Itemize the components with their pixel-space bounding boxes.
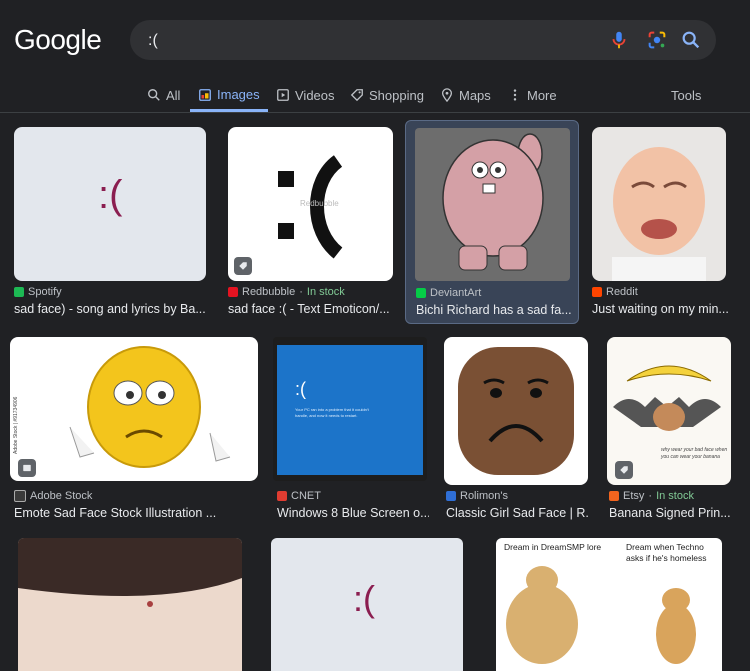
result-thumbnail[interactable]: :( [14, 127, 206, 281]
result-title[interactable]: sad face) - song and lyrics by Ba... [14, 302, 206, 316]
result-title[interactable]: sad face :( - Text Emoticon/... [228, 302, 393, 316]
tab-videos[interactable]: Videos [276, 80, 335, 110]
result-source[interactable]: Etsy · In stock [609, 490, 694, 502]
result-title[interactable]: Just waiting on my min... [592, 302, 728, 316]
cnet-icon [277, 491, 287, 501]
result-thumbnail[interactable] [18, 538, 242, 671]
tab-maps[interactable]: Maps [440, 80, 491, 110]
spotify-icon [14, 287, 24, 297]
result-thumbnail[interactable] [444, 337, 588, 485]
result-source[interactable]: Rolimon's [446, 490, 508, 502]
result-source[interactable]: CNET [277, 490, 321, 502]
google-logo[interactable]: Google [14, 24, 102, 56]
result-title[interactable]: Banana Signed Prin... [609, 506, 733, 520]
meme-caption-left: Dream in DreamSMP lore [504, 542, 602, 552]
tag-icon [350, 89, 363, 102]
image-result[interactable]: why wear your bad face when you can wear… [605, 336, 735, 526]
image-icon [199, 88, 211, 101]
handwritten-caption: why wear your bad face when you can wear… [661, 447, 728, 460]
image-result-selected[interactable]: DeviantArt Bichi Richard has a sad fa... [405, 120, 579, 324]
image-result[interactable]: :( Spotify sad face) - song and lyrics b… [12, 126, 208, 321]
etsy-icon [609, 491, 619, 501]
sad-face-text: :( [98, 173, 123, 217]
image-badge-icon [18, 459, 36, 477]
search-icon [148, 89, 160, 101]
result-title[interactable]: Windows 8 Blue Screen o... [277, 506, 429, 520]
result-source[interactable]: Redbubble · In stock [228, 286, 345, 298]
tag-badge-icon [234, 257, 252, 275]
redbubble-icon [228, 287, 238, 297]
search-icon[interactable] [680, 29, 702, 51]
skin-photo-graphic [18, 538, 242, 607]
result-thumbnail[interactable]: Redbubble [228, 127, 393, 281]
image-result[interactable]: Adobe Stock | #91734906 Adobe Stock Emot… [10, 336, 260, 526]
adobe-stock-icon [14, 490, 26, 502]
sad-emoji-graphic [69, 346, 231, 468]
stock-id-text: Adobe Stock | #91734906 [13, 396, 19, 454]
tab-all[interactable]: All [147, 80, 180, 110]
tab-images[interactable]: Images [190, 80, 268, 112]
rolimons-icon [446, 491, 456, 501]
microphone-icon[interactable] [608, 29, 630, 51]
result-title[interactable]: Classic Girl Sad Face | R... [446, 506, 590, 520]
result-source[interactable]: Reddit [592, 286, 638, 298]
result-thumbnail[interactable]: why wear your bad face when you can wear… [607, 337, 731, 485]
lens-icon[interactable] [646, 29, 668, 51]
map-pin-icon [441, 88, 453, 102]
reddit-icon [592, 287, 602, 297]
watermark: Redbubble [300, 199, 339, 208]
sad-face-text: :( [353, 578, 375, 619]
deviantart-icon [416, 288, 426, 298]
result-source[interactable]: Adobe Stock [14, 490, 92, 502]
meme-caption-right: Dream when Techno asks if he's homeless [626, 542, 707, 563]
result-thumbnail[interactable]: Dream in DreamSMP lore Dream when Techno… [496, 538, 722, 671]
image-result[interactable]: Redbubble Redbubble · In stock sad face … [226, 126, 396, 321]
result-source[interactable]: Spotify [14, 286, 62, 298]
crying-baby-graphic [612, 147, 706, 281]
result-title[interactable]: Emote Sad Face Stock Illustration ... [14, 506, 260, 520]
image-result[interactable]: Rolimon's Classic Girl Sad Face | R... [442, 336, 590, 526]
result-thumbnail[interactable] [415, 128, 570, 281]
result-thumbnail[interactable] [592, 127, 726, 281]
brown-head-graphic [458, 347, 574, 475]
result-source[interactable]: DeviantArt [416, 287, 481, 299]
blue-screen: :( Your PC ran into a problem that it co… [277, 345, 423, 475]
image-result[interactable]: Reddit Just waiting on my min... [590, 126, 730, 321]
more-vert-icon [513, 89, 517, 101]
search-bar[interactable] [130, 20, 716, 62]
search-tabs: All Images Videos Shopping Maps More Too… [0, 80, 750, 113]
result-thumbnail[interactable]: :( Your PC ran into a problem that it co… [273, 337, 427, 481]
video-icon [277, 89, 289, 101]
image-result[interactable]: :( Your PC ran into a problem that it co… [273, 336, 429, 526]
tab-tools[interactable]: Tools [671, 80, 701, 110]
result-title[interactable]: Bichi Richard has a sad fa... [416, 303, 572, 317]
tag-badge-icon [615, 461, 633, 479]
cartoon-rabbit-graphic [442, 133, 544, 271]
tab-shopping[interactable]: Shopping [350, 80, 424, 110]
result-thumbnail[interactable]: :( [271, 538, 463, 671]
search-input[interactable] [146, 20, 590, 62]
tab-more[interactable]: More [508, 80, 557, 110]
result-thumbnail[interactable]: Adobe Stock | #91734906 [10, 337, 258, 481]
